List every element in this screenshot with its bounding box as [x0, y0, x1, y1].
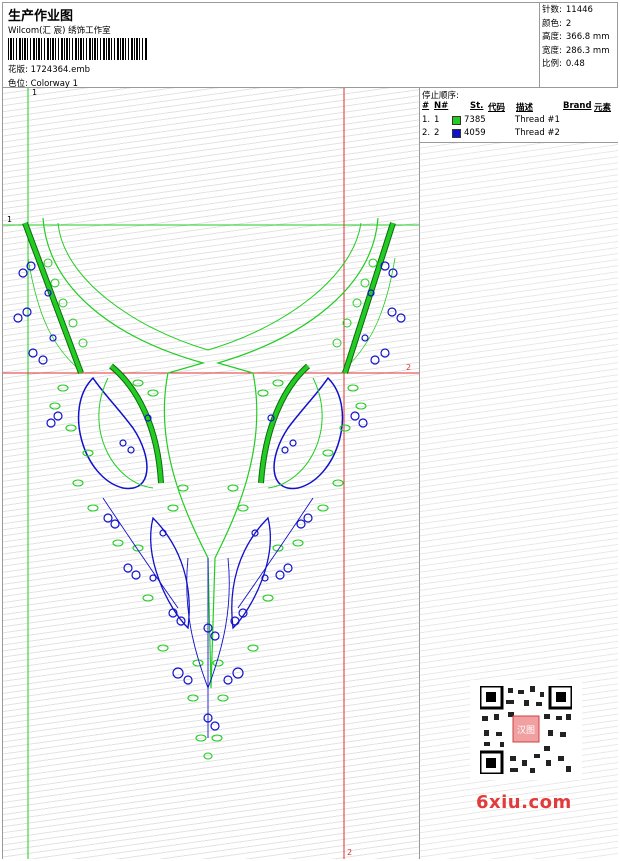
col-st: St. [470, 101, 484, 111]
col-brand: Brand [563, 101, 592, 111]
embroidery-design [3, 88, 419, 859]
stat-width: 宽度: 286.3 mm [542, 45, 610, 56]
design-file: 花版: 1724364.emb [8, 63, 90, 75]
qr-code-icon: 汉图 [480, 686, 572, 774]
qr-badge: 汉图 [517, 725, 535, 736]
stat-stitches: 针数: 11446 [542, 5, 593, 15]
stat-colors: 颜色: 2 [542, 18, 572, 29]
inner-neckline [57, 222, 362, 351]
color-swatch [452, 116, 461, 125]
design-stats: 针数: 11446 颜色: 2 高度: 366.8 mm 宽度: 286.3 mm 比例… [542, 4, 609, 72]
qr-code: 汉图 [470, 680, 582, 780]
table-row: 1. 1 7385 Thread #1 [422, 115, 560, 125]
barcode [8, 38, 148, 60]
col-desc: 描述 [516, 103, 534, 113]
blue-flowers [13, 261, 406, 731]
guide-label-v2: 2 [347, 848, 353, 857]
design-label: 花版: [8, 65, 28, 75]
col-element: 元素 [594, 103, 612, 113]
color-swatch [452, 129, 461, 138]
header-info: 生产作业图 Wilcom(汇 宸) 绣饰工作室 花版: 1724364.emb … [2, 2, 540, 89]
table-row: 2. 2 4059 Thread #2 [422, 128, 560, 138]
design-value: 1724364.emb [30, 65, 91, 75]
page-title: 生产作业图 [8, 9, 74, 24]
stat-scale: 比例: 0.48 [542, 59, 585, 69]
col-n: N# [434, 101, 449, 111]
embroidery-canvas: 1 1 2 2 [3, 88, 419, 859]
stop-sequence-title: 停止顺序: [422, 91, 459, 101]
stat-height: 高度: 366.8 mm [542, 32, 610, 42]
col-index: # [422, 101, 430, 111]
guide-label-h1: 1 [7, 215, 13, 224]
col-code: 代码 [488, 103, 506, 113]
watermark: 6xiu.com [476, 792, 572, 813]
guide-label-v1: 1 [32, 88, 38, 97]
company-name: Wilcom(汇 宸) 绣饰工作室 [8, 26, 111, 36]
guide-label-h2: 2 [406, 363, 412, 372]
